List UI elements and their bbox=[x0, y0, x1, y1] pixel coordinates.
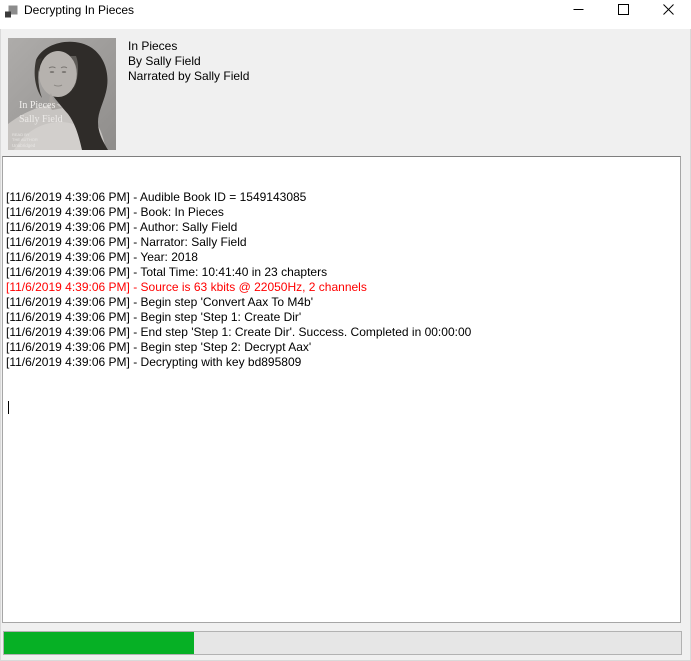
log-line: [11/6/2019 4:39:06 PM] - Narrator: Sally… bbox=[6, 235, 677, 250]
book-cover-image: In Pieces Sally Field READ BY THE AUTHOR… bbox=[8, 38, 116, 150]
book-narrator-label: Narrated by Sally Field bbox=[128, 69, 249, 84]
caret-line bbox=[6, 400, 677, 415]
minimize-icon bbox=[573, 4, 584, 15]
application-window-icon bbox=[4, 4, 18, 18]
book-author-label: By Sally Field bbox=[128, 54, 249, 69]
window-controls bbox=[556, 0, 691, 20]
text-caret bbox=[8, 401, 9, 414]
app-window: Decrypting In Pieces bbox=[0, 0, 691, 661]
book-info: In Pieces By Sally Field Narrated by Sal… bbox=[128, 39, 249, 84]
log-line: [11/6/2019 4:39:06 PM] - Year: 2018 bbox=[6, 250, 677, 265]
maximize-button[interactable] bbox=[601, 0, 646, 19]
log-line: [11/6/2019 4:39:06 PM] - Begin step 'Ste… bbox=[6, 340, 677, 355]
log-line: [11/6/2019 4:39:06 PM] - Audible Book ID… bbox=[6, 190, 677, 205]
cover-author-text: Sally Field bbox=[19, 114, 63, 125]
log-textbox[interactable]: [11/6/2019 4:39:06 PM] - Audible Book ID… bbox=[2, 156, 681, 623]
close-icon bbox=[663, 4, 674, 15]
close-button[interactable] bbox=[646, 0, 691, 19]
log-line: [11/6/2019 4:39:06 PM] - Total Time: 10:… bbox=[6, 265, 677, 280]
log-lines: [11/6/2019 4:39:06 PM] - Audible Book ID… bbox=[6, 190, 677, 370]
book-title-label: In Pieces bbox=[128, 39, 249, 54]
cover-edition-text: Unabridged bbox=[12, 143, 36, 148]
app-icon[interactable] bbox=[4, 4, 18, 18]
book-cover-art: In Pieces Sally Field READ BY THE AUTHOR… bbox=[8, 38, 116, 150]
log-line: [11/6/2019 4:39:06 PM] - Author: Sally F… bbox=[6, 220, 677, 235]
log-line: [11/6/2019 4:39:06 PM] - Begin step 'Ste… bbox=[6, 310, 677, 325]
maximize-icon bbox=[618, 4, 629, 15]
window-title: Decrypting In Pieces bbox=[24, 3, 134, 17]
progress-bar bbox=[3, 631, 682, 655]
title-bar[interactable]: Decrypting In Pieces bbox=[0, 0, 691, 29]
log-line: [11/6/2019 4:39:06 PM] - Decrypting with… bbox=[6, 355, 677, 370]
cover-title-text: In Pieces bbox=[19, 100, 55, 111]
cover-readby-line2: THE AUTHOR bbox=[12, 137, 38, 142]
log-line: [11/6/2019 4:39:06 PM] - Source is 63 kb… bbox=[6, 280, 677, 295]
log-line: [11/6/2019 4:39:06 PM] - Book: In Pieces bbox=[6, 205, 677, 220]
log-line: [11/6/2019 4:39:06 PM] - End step 'Step … bbox=[6, 325, 677, 340]
minimize-button[interactable] bbox=[556, 0, 601, 19]
log-line: [11/6/2019 4:39:06 PM] - Begin step 'Con… bbox=[6, 295, 677, 310]
progress-fill bbox=[4, 632, 194, 654]
